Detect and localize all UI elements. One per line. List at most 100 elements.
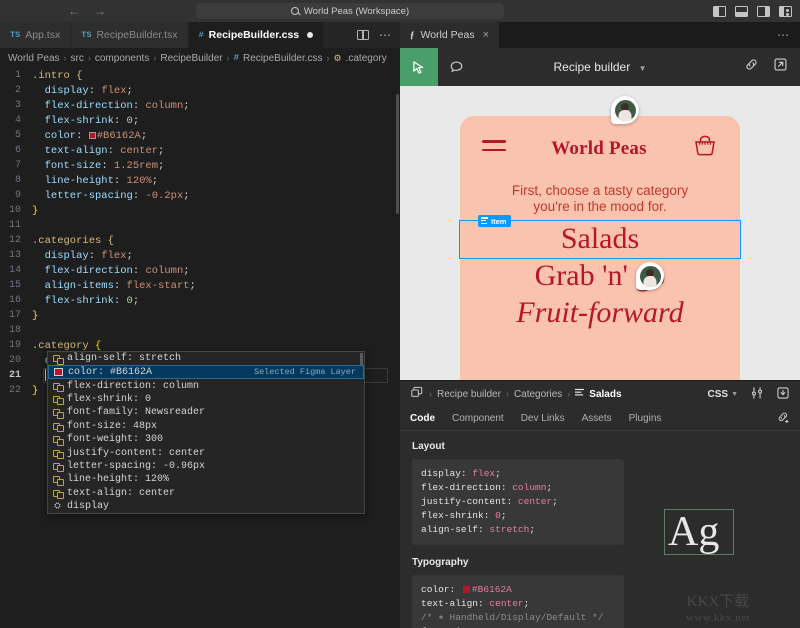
- line-number: 10: [0, 205, 32, 216]
- autocomplete-item[interactable]: font-size: 48px: [48, 420, 364, 433]
- breadcrumb-item-components[interactable]: components: [95, 53, 149, 64]
- more-actions-icon[interactable]: ⋯: [777, 32, 800, 38]
- autocomplete-item[interactable]: text-align: center: [48, 487, 364, 500]
- breadcrumb-item-recipebuilder[interactable]: RecipeBuilder: [160, 53, 222, 64]
- customize-layout-icon[interactable]: [779, 6, 792, 17]
- line-content[interactable]: flex-shrink: 0;: [32, 295, 139, 307]
- breadcrumb-item-src[interactable]: src: [71, 53, 84, 64]
- autocomplete-item[interactable]: font-weight: 300: [48, 433, 364, 446]
- code-row: color: #B6162A: [421, 583, 615, 597]
- basket-icon[interactable]: [692, 134, 718, 163]
- tab-component[interactable]: Component: [452, 413, 504, 424]
- save-icon[interactable]: [776, 386, 790, 403]
- tab-assets[interactable]: Assets: [582, 413, 612, 424]
- line-content[interactable]: display: flex;: [32, 85, 133, 97]
- link-icon[interactable]: [744, 57, 759, 77]
- autocomplete-item[interactable]: ⛭display: [48, 500, 364, 513]
- tab-dev-links[interactable]: Dev Links: [521, 413, 565, 424]
- preview-card[interactable]: World Peas First, choose a tasty categor…: [460, 116, 740, 380]
- editor-tab-recipebuilder-tsx[interactable]: TS RecipeBuilder.tsx: [71, 22, 188, 48]
- split-editor-icon[interactable]: [357, 30, 369, 40]
- line-content[interactable]: flex-direction: column;: [32, 100, 190, 112]
- line-content[interactable]: font-size: 1.25rem;: [32, 160, 164, 172]
- open-external-icon[interactable]: [773, 57, 788, 77]
- code-line: 6 text-align: center;: [0, 143, 400, 158]
- chevron-down-icon[interactable]: ▼: [731, 391, 738, 398]
- figma-canvas[interactable]: World Peas First, choose a tasty categor…: [400, 86, 800, 380]
- forward-icon[interactable]: →: [94, 4, 106, 18]
- line-number: 20: [0, 355, 32, 366]
- figma-toolbar: Recipe builder ▼: [400, 48, 800, 86]
- code-line: 4 flex-shrink: 0;: [0, 113, 400, 128]
- panel-bottom-icon[interactable]: [735, 6, 748, 17]
- autocomplete-item[interactable]: justify-content: center: [48, 446, 364, 459]
- line-content[interactable]: color: #B6162A;: [32, 130, 147, 142]
- line-content[interactable]: .categories {: [32, 235, 114, 247]
- breadcrumb-item-world-peas[interactable]: World Peas: [8, 53, 60, 64]
- line-content[interactable]: }: [32, 310, 38, 322]
- line-content[interactable]: display: flex;: [32, 250, 133, 262]
- autocomplete-item[interactable]: align-self: stretch: [48, 352, 364, 365]
- search-icon: [291, 7, 299, 15]
- typography-code-block[interactable]: color: #B6162A text-align: center; /* ✶ …: [412, 575, 624, 628]
- autocomplete-item[interactable]: letter-spacing: -0.96px: [48, 460, 364, 473]
- scrollbar-thumb[interactable]: [396, 94, 399, 214]
- autocomplete-item[interactable]: line-height: 120%: [48, 473, 364, 486]
- collaborator-avatar[interactable]: [611, 96, 639, 124]
- panel-right-icon[interactable]: [757, 6, 770, 17]
- layout-code-block[interactable]: display: flex; flex-direction: column; j…: [412, 459, 624, 545]
- line-content[interactable]: letter-spacing: -0.2px;: [32, 190, 190, 202]
- comment-icon[interactable]: [438, 60, 474, 75]
- vscode-window: ← → World Peas (Workspace) TS App.tsx TS: [0, 0, 800, 628]
- editor-tab-recipebuilder-css[interactable]: # RecipeBuilder.css: [189, 22, 325, 48]
- chevron-down-icon[interactable]: ▼: [639, 64, 647, 73]
- autocomplete-item[interactable]: flex-direction: column: [48, 379, 364, 392]
- collaborator-avatar[interactable]: [636, 262, 664, 290]
- line-content[interactable]: }: [32, 205, 38, 217]
- line-number: 16: [0, 295, 32, 306]
- sliders-icon[interactable]: [750, 386, 764, 403]
- editor-tab-app-tsx[interactable]: TS App.tsx: [0, 22, 71, 48]
- add-link-icon[interactable]: [776, 410, 790, 427]
- tab-plugins[interactable]: Plugins: [629, 413, 662, 424]
- hamburger-menu-icon[interactable]: [482, 140, 506, 156]
- language-select[interactable]: CSS: [708, 389, 729, 400]
- line-content[interactable]: flex-direction: column;: [32, 265, 190, 277]
- more-actions-icon[interactable]: ⋯: [379, 32, 392, 38]
- search-value: World Peas (Workspace): [304, 6, 409, 17]
- tab-code[interactable]: Code: [410, 413, 435, 424]
- inspector-breadcrumb-recipe-builder[interactable]: Recipe builder: [437, 389, 501, 400]
- inspector-breadcrumb-categories[interactable]: Categories: [514, 389, 562, 400]
- panel-left-icon[interactable]: [713, 6, 726, 17]
- search-input[interactable]: World Peas (Workspace): [196, 3, 504, 19]
- category-item-fruit-forward[interactable]: Fruit-forward: [460, 295, 740, 332]
- breadcrumb-separator: ›: [227, 53, 230, 63]
- line-content[interactable]: }: [32, 385, 38, 397]
- line-content[interactable]: align-items: flex-start;: [32, 280, 196, 292]
- inspector-breadcrumb-salads[interactable]: Salads: [589, 389, 621, 400]
- line-content[interactable]: text-align: center;: [32, 145, 164, 157]
- back-icon[interactable]: ←: [68, 4, 80, 18]
- watermark: KKX下载 www.kkx.net: [636, 590, 800, 624]
- autocomplete-popup[interactable]: align-self: stretchcolor: #B6162ASelecte…: [47, 351, 365, 514]
- figma-tab-world-peas[interactable]: ƒ World Peas ×: [400, 22, 499, 48]
- line-content[interactable]: flex-shrink: 0;: [32, 115, 139, 127]
- breadcrumb-item-symbol[interactable]: .category: [346, 53, 387, 64]
- property-icon: [53, 382, 62, 391]
- autocomplete-item[interactable]: flex-shrink: 0: [48, 393, 364, 406]
- figma-file-title[interactable]: Recipe builder: [554, 60, 631, 74]
- close-icon[interactable]: ×: [483, 29, 489, 41]
- autocomplete-item[interactable]: font-family: Newsreader: [48, 406, 364, 419]
- avatar: [611, 96, 639, 124]
- autocomplete-item[interactable]: color: #B6162ASelected Figma Layer: [48, 365, 364, 379]
- breadcrumb-item-file[interactable]: RecipeBuilder.css: [243, 53, 322, 64]
- category-item-grab-n-go[interactable]: Grab 'n' go: [460, 258, 740, 295]
- code-editor[interactable]: 1.intro {2 display: flex;3 flex-directio…: [0, 68, 400, 628]
- line-content[interactable]: .intro {: [32, 70, 82, 82]
- line-content[interactable]: .category {: [32, 340, 101, 352]
- autocomplete-item-label: color: #B6162A: [68, 367, 152, 378]
- breadcrumb-separator: ›: [506, 389, 509, 399]
- line-content[interactable]: line-height: 120%;: [32, 175, 158, 187]
- cursor-tool-icon[interactable]: [400, 48, 438, 86]
- line-number: 21: [0, 370, 32, 381]
